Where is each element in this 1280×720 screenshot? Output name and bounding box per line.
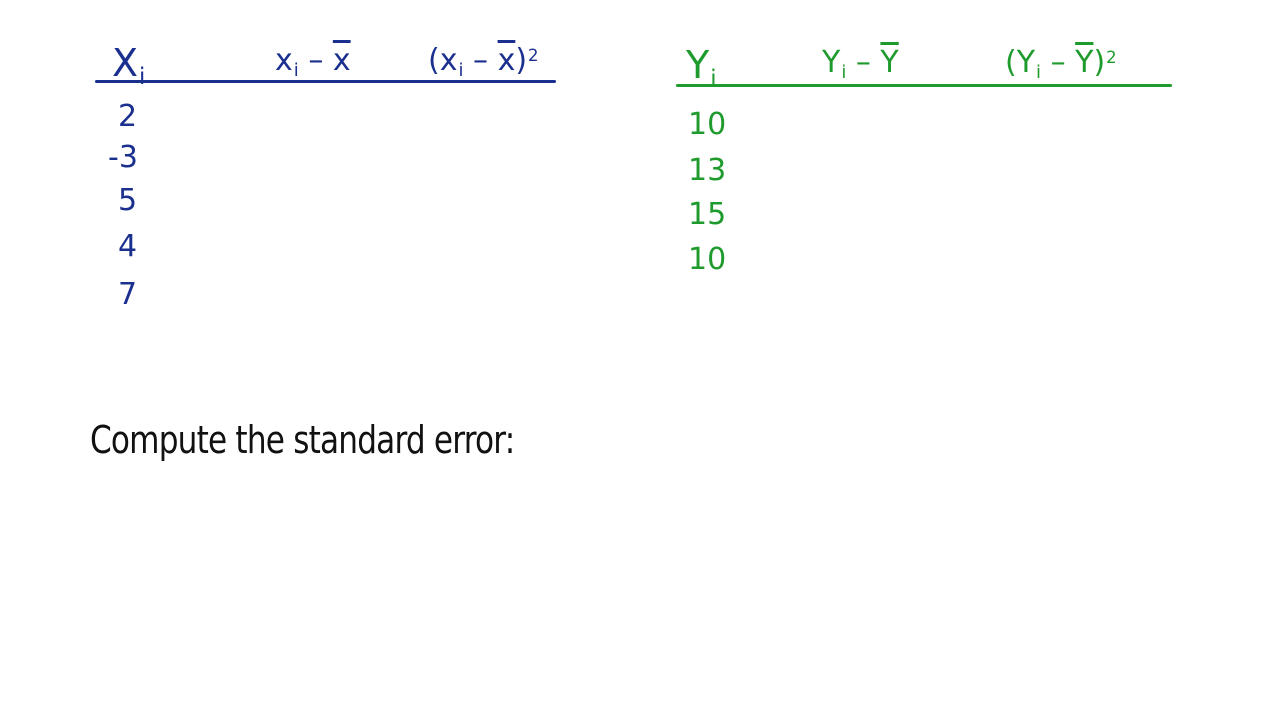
- x-value: 2: [118, 99, 138, 134]
- whiteboard: Xi xi – x (xi – x)2 2 -3 5 4 7 Yi Yi – Y…: [0, 0, 1280, 720]
- x-header-underline: [95, 80, 556, 83]
- x-header: Xi: [112, 41, 146, 90]
- y-squared-deviation-header: (Yi – Y)2: [1005, 45, 1117, 84]
- x-squared-deviation-header: (xi – x)2: [428, 43, 539, 82]
- y-header-underline: [676, 84, 1172, 87]
- y-value: 13: [688, 153, 727, 188]
- x-value: 5: [118, 183, 138, 218]
- y-value: 15: [688, 197, 727, 232]
- y-deviation-header: Yi – Y: [822, 45, 899, 84]
- y-value: 10: [688, 242, 727, 277]
- x-value: -3: [108, 140, 138, 175]
- x-value: 4: [118, 229, 138, 264]
- y-value: 10: [688, 107, 727, 142]
- y-header: Yi: [686, 43, 717, 92]
- task-prompt: Compute the standard error:: [90, 418, 515, 462]
- x-deviation-header: xi – x: [275, 43, 351, 82]
- x-value: 7: [118, 277, 138, 312]
